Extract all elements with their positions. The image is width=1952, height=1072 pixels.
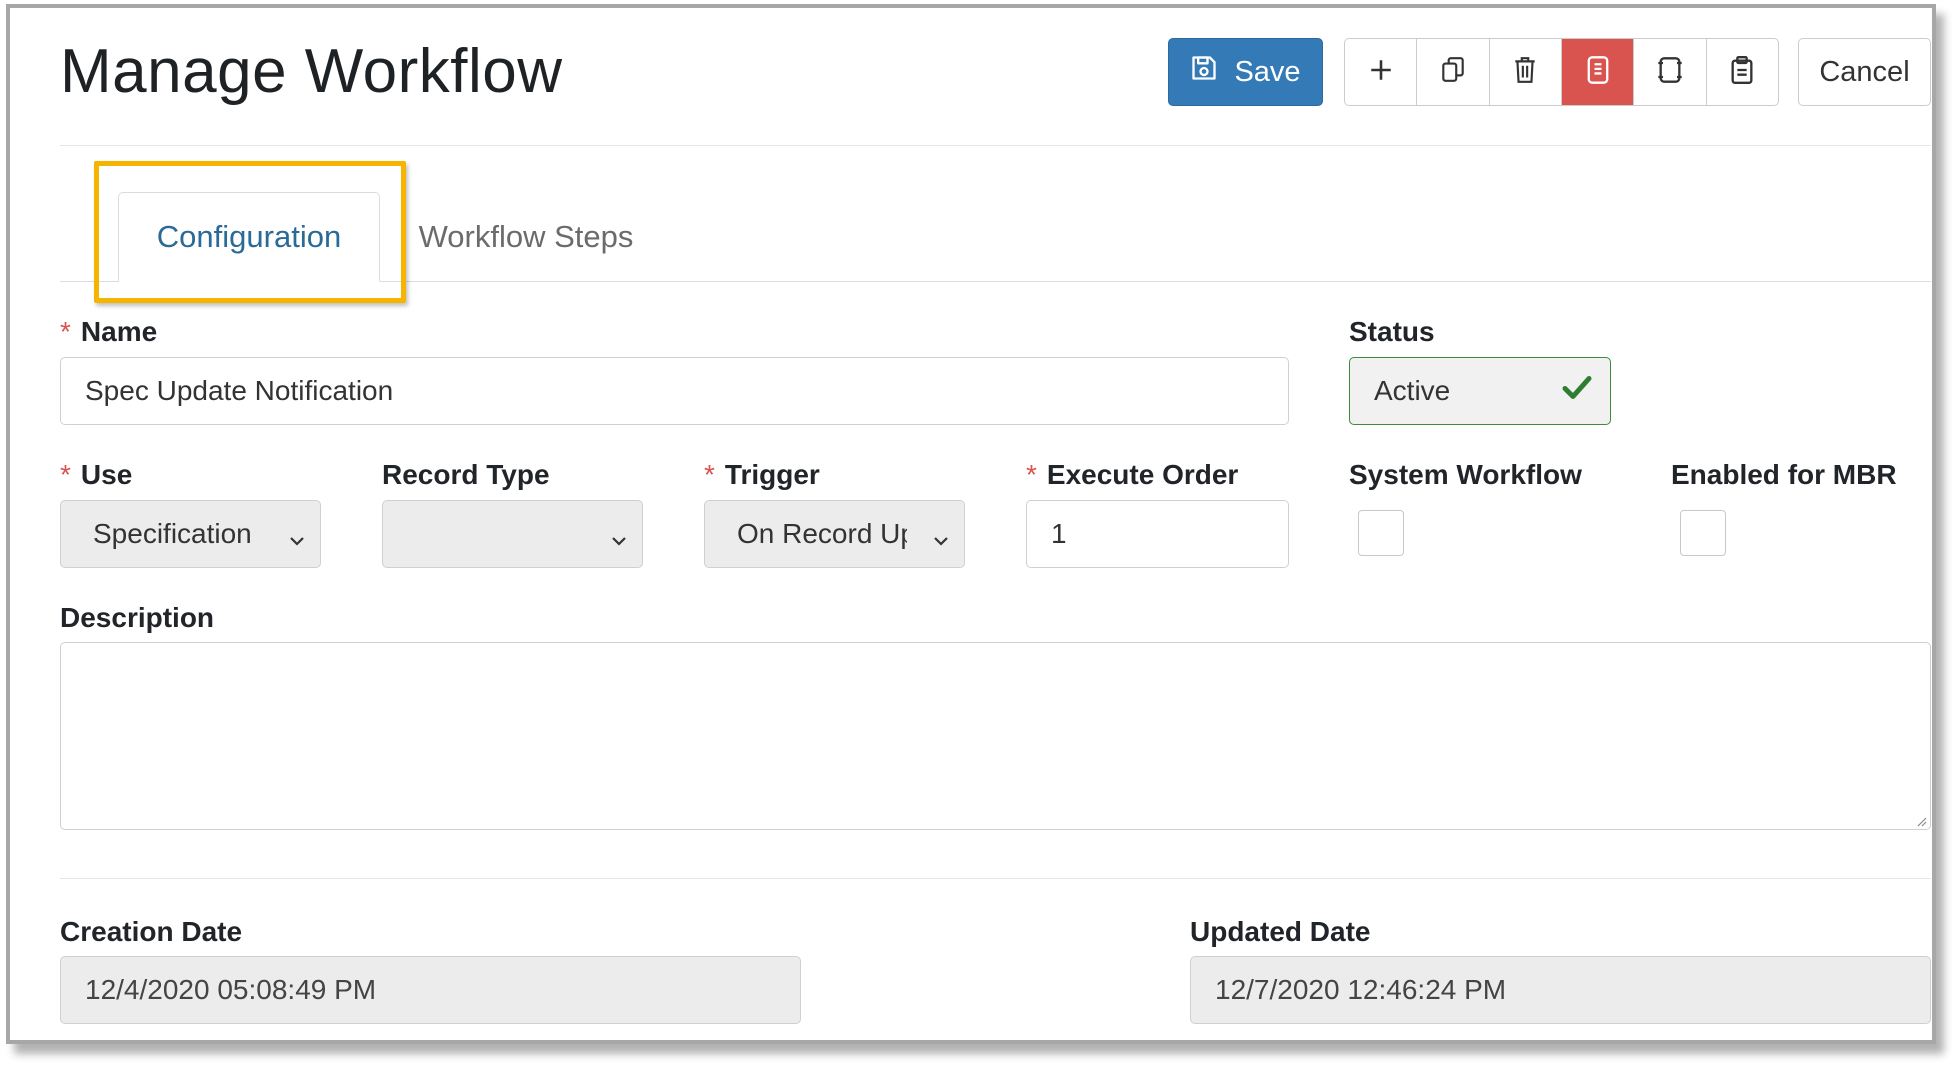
plus-icon: [1368, 57, 1394, 88]
updated-date-field: 12/7/2020 12:46:24 PM: [1190, 956, 1931, 1024]
system-workflow-checkbox[interactable]: [1358, 510, 1404, 556]
use-value: Specification: [93, 518, 252, 549]
add-button[interactable]: [1345, 39, 1418, 105]
trigger-value: On Record Up: [737, 518, 907, 549]
trigger-select[interactable]: On Record Up: [704, 500, 965, 568]
layout-button[interactable]: [1634, 39, 1707, 105]
manage-workflow-panel: Manage Workflow Save Cancel Configuratio…: [10, 8, 1932, 1040]
enabled-mbr-checkbox[interactable]: [1680, 510, 1726, 556]
window-frame: Manage Workflow Save Cancel Configuratio…: [6, 4, 1936, 1044]
chevron-down-icon: [932, 525, 950, 546]
record-type-select[interactable]: [382, 500, 643, 568]
clipboard-icon: [1730, 55, 1754, 89]
name-label: * Name: [60, 316, 158, 347]
status-field[interactable]: Active: [1349, 357, 1611, 425]
tab-configuration[interactable]: Configuration: [118, 192, 380, 282]
chevron-down-icon: [610, 525, 628, 546]
resize-grip-icon[interactable]: [1915, 814, 1927, 827]
section-divider: [60, 878, 1931, 879]
clipboard-button[interactable]: [1707, 39, 1778, 105]
save-button[interactable]: Save: [1168, 38, 1323, 106]
cancel-button[interactable]: Cancel: [1798, 38, 1931, 106]
document-button[interactable]: [1561, 39, 1635, 105]
execute-order-label: * Execute Order: [1026, 459, 1239, 490]
delete-button[interactable]: [1490, 39, 1562, 105]
use-label: * Use: [60, 459, 133, 490]
enabled-mbr-label: Enabled for MBR: [1671, 459, 1897, 490]
status-label: Status: [1349, 316, 1435, 347]
checkmark-icon: [1562, 375, 1592, 408]
description-textarea[interactable]: [60, 642, 1931, 830]
layout-icon: [1657, 56, 1683, 89]
description-label: Description: [60, 602, 215, 633]
name-field[interactable]: Spec Update Notification: [60, 357, 1289, 425]
status-value: Active: [1374, 375, 1451, 406]
document-icon: [1586, 55, 1610, 90]
page-title: Manage Workflow: [60, 37, 563, 106]
toolbar-button-group: [1344, 38, 1779, 106]
updated-date-label: Updated Date: [1190, 916, 1371, 947]
copy-button[interactable]: [1417, 39, 1490, 105]
trigger-label: * Trigger: [704, 459, 820, 490]
header-divider: [60, 145, 1931, 146]
trash-icon: [1512, 56, 1538, 89]
floppy-disk-icon: [1190, 54, 1218, 90]
execute-order-input[interactable]: 1: [1026, 500, 1289, 568]
use-select[interactable]: Specification: [60, 500, 321, 568]
creation-date-label: Creation Date: [60, 916, 243, 947]
copy-icon: [1440, 56, 1466, 89]
required-mark: *: [60, 316, 71, 347]
tab-workflow-steps[interactable]: Workflow Steps: [406, 192, 646, 282]
record-type-label: Record Type: [382, 459, 550, 490]
system-workflow-label: System Workflow: [1349, 459, 1582, 490]
creation-date-field: 12/4/2020 05:08:49 PM: [60, 956, 801, 1024]
save-label: Save: [1234, 55, 1301, 88]
chevron-down-icon: [288, 525, 306, 546]
